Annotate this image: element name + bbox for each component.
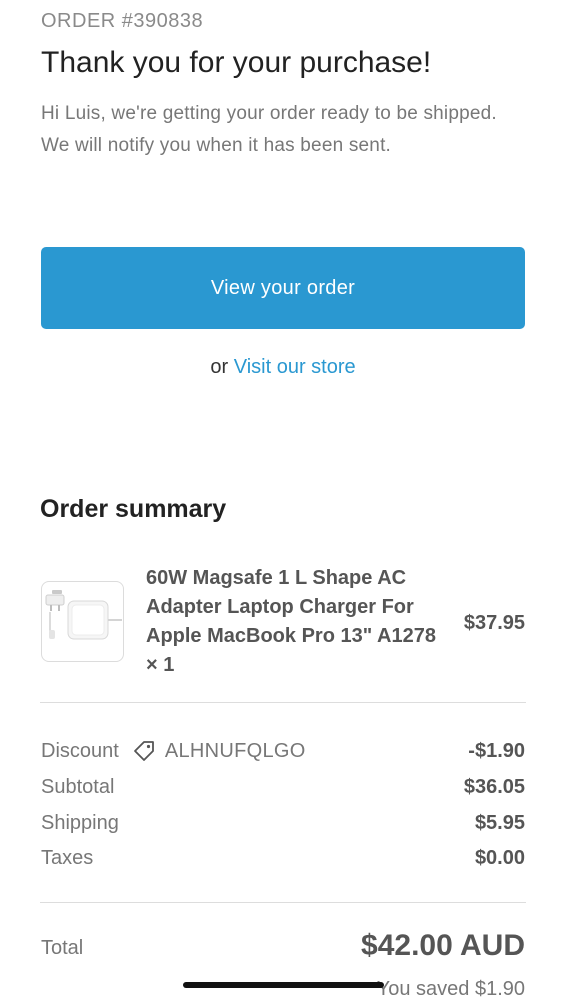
shipping-value: $5.95 — [474, 811, 525, 834]
product-price: $37.95 — [463, 612, 525, 634]
view-order-button[interactable]: View your order — [41, 247, 525, 329]
home-indicator[interactable] — [183, 982, 384, 988]
store-line: or Visit our store — [0, 356, 566, 379]
discount-code: ALHNUFQLGO — [164, 739, 306, 762]
subtotal-value: $36.05 — [463, 775, 525, 798]
savings-text: You saved $1.90 — [376, 978, 525, 1000]
shipping-row: Shipping $5.95 — [41, 809, 525, 837]
total-value: $42.00 AUD — [361, 929, 525, 962]
charger-product-image — [45, 590, 122, 640]
taxes-label: Taxes — [41, 846, 94, 869]
product-name: 60W Magsafe 1 L Shape AC Adapter Laptop … — [146, 567, 436, 676]
subtotal-row: Subtotal $36.05 — [41, 773, 525, 801]
order-message: Hi Luis, we're getting your order ready … — [41, 103, 497, 156]
subtotal-label: Subtotal — [41, 775, 115, 798]
summary-divider-bottom — [40, 902, 526, 903]
product-thumbnail — [41, 581, 124, 662]
tag-icon — [133, 740, 155, 762]
taxes-row: Taxes $0.00 — [41, 844, 525, 872]
taxes-value: $0.00 — [474, 846, 525, 869]
page-title: Thank you for your purchase! — [41, 46, 432, 79]
visit-store-link[interactable]: Visit our store — [234, 356, 356, 378]
order-summary-title: Order summary — [40, 495, 227, 523]
discount-value: -$1.90 — [468, 739, 525, 762]
shipping-label: Shipping — [41, 811, 119, 834]
discount-label: Discount — [41, 739, 119, 762]
or-text: or — [210, 356, 229, 378]
view-order-label: View your order — [210, 276, 356, 299]
discount-row: Discount ALHNUFQLGO -$1.90 — [41, 737, 525, 765]
total-label: Total — [41, 937, 84, 959]
summary-divider-top — [40, 702, 526, 703]
order-number: ORDER #390838 — [41, 10, 204, 32]
